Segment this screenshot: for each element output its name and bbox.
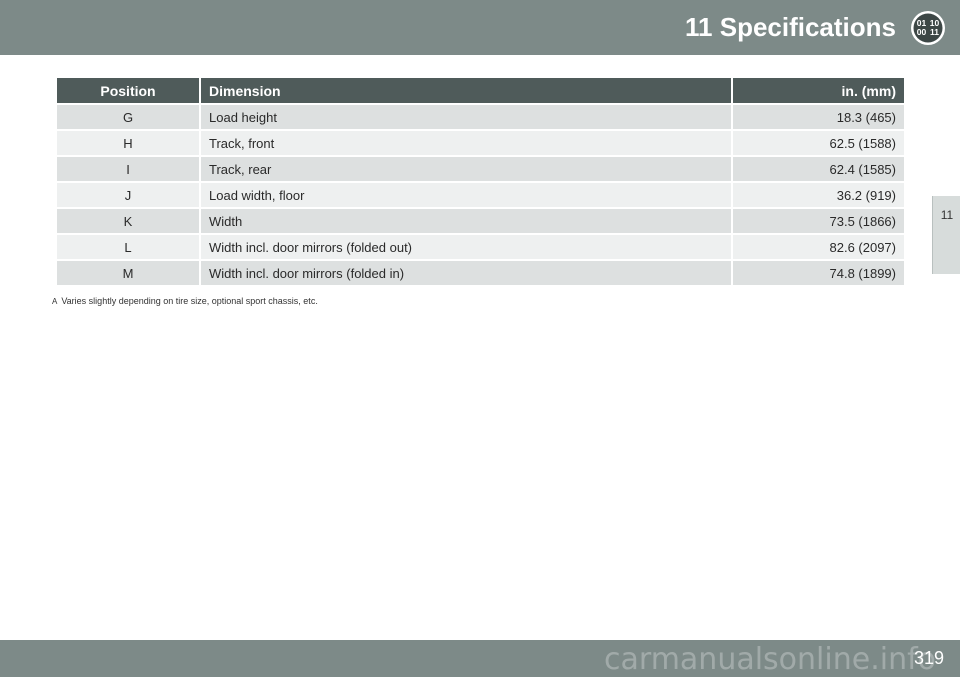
footnote-text: Varies slightly depending on tire size, … [61,296,318,306]
cell-position: J [57,181,201,207]
cell-value: 82.6 (2097) [733,233,904,259]
badge-digits-bottom-left: 00 [917,27,927,37]
cell-dimension: Load width, floor [201,181,733,207]
cell-value: 62.5 (1588) [733,129,904,155]
page-header: 11 Specifications 01 10 00 11 [0,0,960,55]
chapter-title: 11 Specifications [685,12,896,42]
cell-position: K [57,207,201,233]
table-row: G Load height 18.3 (465) [57,103,904,129]
table-row: H Track, front 62.5 (1588) [57,129,904,155]
table-footnote: A Varies slightly depending on tire size,… [52,296,318,306]
cell-position: H [57,129,201,155]
column-header-value: in. (mm) [733,78,904,103]
cell-dimension: Track, front [201,129,733,155]
cell-dimension: Track, rear [201,155,733,181]
cell-dimension: Width incl. door mirrors (folded in) [201,259,733,285]
cell-value: 74.8 (1899) [733,259,904,285]
dimensions-table: Position Dimension in. (mm) G Load heigh… [57,78,904,285]
footnote-marker: A [52,297,58,306]
cell-value: 18.3 (465) [733,103,904,129]
cell-value: 73.5 (1866) [733,207,904,233]
cell-dimension: Load height [201,103,733,129]
cell-position: L [57,233,201,259]
table-header-row: Position Dimension in. (mm) [57,78,904,103]
table-row: I Track, rear 62.4 (1585) [57,155,904,181]
table-row: L Width incl. door mirrors (folded out) … [57,233,904,259]
table-row: K Width 73.5 (1866) [57,207,904,233]
table-row: M Width incl. door mirrors (folded in) 7… [57,259,904,285]
column-header-dimension: Dimension [201,78,733,103]
cell-dimension: Width [201,207,733,233]
cell-dimension: Width incl. door mirrors (folded out) [201,233,733,259]
cell-value: 36.2 (919) [733,181,904,207]
watermark: carmanualsonline.info [604,642,936,677]
cell-position: I [57,155,201,181]
cell-position: G [57,103,201,129]
table-row: J Load width, floor 36.2 (919) [57,181,904,207]
chapter-side-tab-label: 11 [940,208,954,222]
badge-digits-bottom-right: 11 [930,27,939,37]
column-header-position: Position [57,78,201,103]
cell-value: 62.4 (1585) [733,155,904,181]
cell-position: M [57,259,201,285]
binary-badge-icon: 01 10 00 11 [911,11,945,45]
chapter-side-tab[interactable]: 11 [932,196,960,274]
